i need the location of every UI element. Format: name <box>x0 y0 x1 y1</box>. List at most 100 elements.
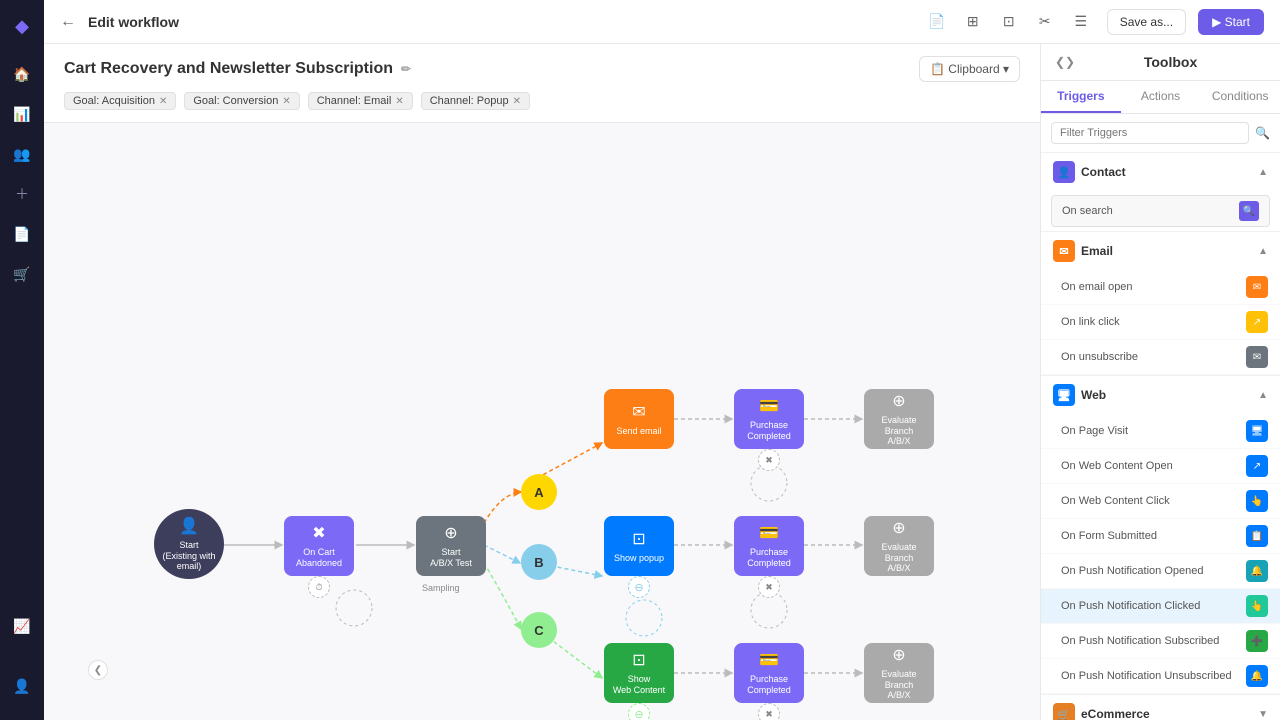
trigger-unsubscribe-icon: ✉ <box>1246 346 1268 368</box>
tag-label: Channel: Popup <box>430 95 509 107</box>
cut-icon[interactable]: ✂ <box>1031 8 1059 36</box>
node-branch-2[interactable]: ⊕ Evaluate BranchA/B/X <box>864 516 934 576</box>
sidebar-item-home[interactable]: 🏠 <box>6 58 38 90</box>
edit-title-icon[interactable]: ✏ <box>401 62 411 76</box>
on-search-item[interactable]: On search 🔍 <box>1051 195 1270 227</box>
email-chevron: ▲ <box>1258 246 1268 257</box>
tab-actions[interactable]: Actions <box>1121 81 1201 113</box>
tag-close-conversion[interactable]: ✕ <box>282 96 290 107</box>
left-sidebar: ◆ 🏠 📊 👥 ＋ 📄 🛒 📈 👤 <box>0 0 44 720</box>
contact-category-icon: 👤 <box>1053 161 1075 183</box>
node-show-popup-icon: ⊡ <box>632 529 645 549</box>
page-title-text: Cart Recovery and Newsletter Subscriptio… <box>64 60 393 78</box>
filter-search-icon: 🔍 <box>1255 126 1270 140</box>
filter-triggers-input[interactable] <box>1051 122 1249 144</box>
node-purchase1-label: PurchaseCompleted <box>747 420 791 442</box>
node-show-webcontent[interactable]: ⊡ ShowWeb Content ⊖ <box>604 643 674 703</box>
trigger-webcontent-open[interactable]: On Web Content Open ↗ <box>1041 449 1280 484</box>
trigger-webcontent-click[interactable]: On Web Content Click 👆 <box>1041 484 1280 519</box>
app-logo: ◆ <box>6 10 38 42</box>
trigger-push-opened-icon: 🔔 <box>1246 560 1268 582</box>
tags-row: Goal: Acquisition ✕ Goal: Conversion ✕ C… <box>64 92 1020 110</box>
node-branch1-label: Evaluate BranchA/B/X <box>870 415 928 447</box>
sidebar-item-documents[interactable]: 📄 <box>6 218 38 250</box>
grid-icon[interactable]: ⊞ <box>959 8 987 36</box>
filter-bar: 🔍 <box>1041 114 1280 153</box>
trigger-push-subscribed[interactable]: On Push Notification Subscribed ➕ <box>1041 624 1280 659</box>
circle-c[interactable]: C <box>521 612 557 648</box>
node-purchase1-icon: 💳 <box>759 396 779 416</box>
node-show-popup[interactable]: ⊡ Show popup ⊖ <box>604 516 674 576</box>
node-branch2-icon: ⊕ <box>892 518 905 538</box>
tag-close-popup[interactable]: ✕ <box>513 96 521 107</box>
on-search-button[interactable]: 🔍 <box>1239 201 1259 221</box>
trigger-email-open-label: On email open <box>1061 281 1133 293</box>
node-purchase-2[interactable]: 💳 PurchaseCompleted ✖ <box>734 516 804 576</box>
circle-b[interactable]: B <box>521 544 557 580</box>
toolbox-collapse-icon[interactable]: ❮❯ <box>1055 55 1075 69</box>
category-ecommerce[interactable]: 🛒 eCommerce ▼ <box>1041 695 1280 720</box>
trigger-email-open-icon: ✉ <box>1246 276 1268 298</box>
circle-a[interactable]: A <box>521 474 557 510</box>
node-purchase2-label: PurchaseCompleted <box>747 547 791 569</box>
category-web-title: 🖥 Web <box>1053 384 1106 406</box>
node-branch1-icon: ⊕ <box>892 391 905 411</box>
tag-close-email[interactable]: ✕ <box>395 96 403 107</box>
tab-conditions[interactable]: Conditions <box>1200 81 1280 113</box>
toolbox-title: Toolbox <box>1144 54 1197 70</box>
node-branch-3[interactable]: ⊕ Evaluate BranchA/B/X <box>864 643 934 703</box>
trigger-push-clicked[interactable]: On Push Notification Clicked 👆 <box>1041 589 1280 624</box>
toolbox-tabs: Triggers Actions Conditions <box>1041 81 1280 114</box>
collapse-left-button[interactable]: ❮ <box>88 660 108 680</box>
sidebar-item-analytics[interactable]: 📈 <box>6 610 38 642</box>
tag-goal-conversion: Goal: Conversion ✕ <box>184 92 299 110</box>
trigger-webcontent-open-label: On Web Content Open <box>1061 460 1173 472</box>
copy-icon[interactable]: ⊡ <box>995 8 1023 36</box>
category-contact[interactable]: 👤 Contact ▲ <box>1041 153 1280 191</box>
node-purchase-1[interactable]: 💳 PurchaseCompleted ✖ <box>734 389 804 449</box>
tag-channel-popup: Channel: Popup ✕ <box>421 92 530 110</box>
page-title: Cart Recovery and Newsletter Subscriptio… <box>64 60 411 78</box>
node-cart-label: On CartAbandoned <box>296 547 342 569</box>
list-icon[interactable]: ☰ <box>1067 8 1095 36</box>
trigger-form-submitted[interactable]: On Form Submitted 📋 <box>1041 519 1280 554</box>
trigger-page-visit-icon: 🖥 <box>1246 420 1268 442</box>
node-abtest[interactable]: ⊕ StartA/B/X Test <box>416 516 486 576</box>
category-email-title: ✉ Email <box>1053 240 1113 262</box>
sidebar-item-add[interactable]: ＋ <box>6 178 38 210</box>
category-web[interactable]: 🖥 Web ▲ <box>1041 376 1280 414</box>
trigger-unsubscribe[interactable]: On unsubscribe ✉ <box>1041 340 1280 375</box>
start-button[interactable]: ▶ Start <box>1198 9 1264 35</box>
document-icon[interactable]: 📄 <box>923 8 951 36</box>
sidebar-item-users[interactable]: 👥 <box>6 138 38 170</box>
category-contact-title: 👤 Contact <box>1053 161 1126 183</box>
save-as-button[interactable]: Save as... <box>1107 9 1186 35</box>
node-purchase2-icon: 💳 <box>759 523 779 543</box>
node-purchase3-icon: 💳 <box>759 650 779 670</box>
clipboard-button[interactable]: 📋 Clipboard ▾ <box>919 56 1020 82</box>
workflow-canvas[interactable]: 👤 Start(Existing withemail) ✖ On CartAba… <box>44 123 1040 720</box>
tab-triggers[interactable]: Triggers <box>1041 81 1121 113</box>
node-purchase-3[interactable]: 💳 PurchaseCompleted ✖ <box>734 643 804 703</box>
trigger-link-click[interactable]: On link click ↗ <box>1041 305 1280 340</box>
node-start[interactable]: 👤 Start(Existing withemail) <box>154 509 224 579</box>
category-email[interactable]: ✉ Email ▲ <box>1041 232 1280 270</box>
node-branch-1[interactable]: ⊕ Evaluate BranchA/B/X <box>864 389 934 449</box>
back-button[interactable]: ← <box>60 13 76 31</box>
email-category-icon: ✉ <box>1053 240 1075 262</box>
trigger-email-open[interactable]: On email open ✉ <box>1041 270 1280 305</box>
main-area: ← Edit workflow 📄 ⊞ ⊡ ✂ ☰ Save as... ▶ S… <box>44 0 1280 720</box>
trigger-page-visit[interactable]: On Page Visit 🖥 <box>1041 414 1280 449</box>
trigger-push-opened[interactable]: On Push Notification Opened 🔔 <box>1041 554 1280 589</box>
trigger-push-unsubscribed[interactable]: On Push Notification Unsubscribed 🔔 <box>1041 659 1280 694</box>
node-purchase3-label: PurchaseCompleted <box>747 674 791 696</box>
canvas-panel: Cart Recovery and Newsletter Subscriptio… <box>44 44 1040 720</box>
web-category-label: Web <box>1081 388 1106 402</box>
sidebar-item-cart[interactable]: 🛒 <box>6 258 38 290</box>
sidebar-item-dashboard[interactable]: 📊 <box>6 98 38 130</box>
node-cart-abandoned[interactable]: ✖ On CartAbandoned ⏱ <box>284 516 354 576</box>
sidebar-item-profile[interactable]: 👤 <box>6 670 38 702</box>
trigger-push-unsubscribed-label: On Push Notification Unsubscribed <box>1061 670 1232 682</box>
node-send-email[interactable]: ✉ Send email <box>604 389 674 449</box>
tag-close-acquisition[interactable]: ✕ <box>159 96 167 107</box>
